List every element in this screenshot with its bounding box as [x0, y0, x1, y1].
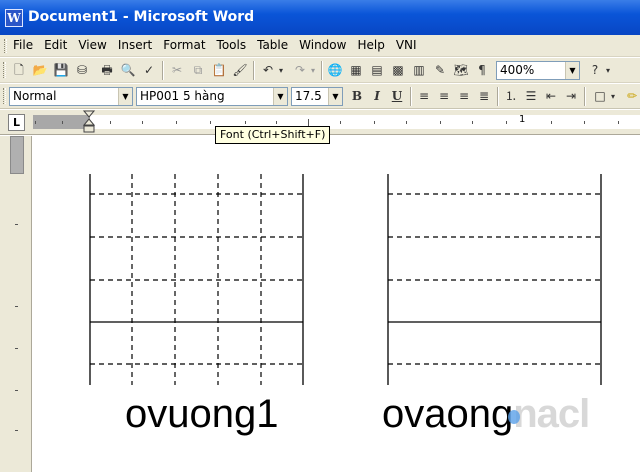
cut-icon[interactable]: ✂: [167, 61, 187, 80]
justify-icon[interactable]: ≣: [474, 87, 494, 106]
toolbar-grip[interactable]: [3, 88, 6, 104]
print-icon[interactable]: 🖶: [97, 61, 117, 80]
borders-dropdown-icon[interactable]: ▾: [608, 87, 618, 106]
help-icon[interactable]: ?: [585, 61, 605, 80]
vertical-ruler-margin[interactable]: [10, 136, 24, 174]
ruler-strip: [33, 115, 640, 129]
formatting-toolbar: Normal ▼ HP001 5 hàng ▼ 17.5 ▼ B I U ≡ ≡…: [0, 84, 640, 109]
drawing-icon[interactable]: ✎: [430, 61, 450, 80]
insert-excel-icon[interactable]: ▩: [388, 61, 408, 80]
hyperlink-icon[interactable]: 🌐: [325, 61, 345, 80]
standard-toolbar: 🗋 📂 💾 ⛁ 🖶 🔍 ✓ ✂ ⧉ 📋 🖌 ↶ ▾ ↷ ▾ 🌐 ▦ ▤ ▩ ▥ …: [0, 58, 640, 83]
chevron-down-icon[interactable]: ▼: [273, 88, 287, 105]
caption-right-faded: nacl: [513, 392, 590, 436]
menu-format[interactable]: Format: [162, 38, 206, 52]
caption-left: ovuong1: [125, 392, 279, 436]
decrease-indent-icon[interactable]: ⇤: [541, 87, 561, 106]
spelling-icon[interactable]: ✓: [139, 61, 159, 80]
menu-insert[interactable]: Insert: [117, 38, 153, 52]
align-center-icon[interactable]: ≡: [434, 87, 454, 106]
borders-icon[interactable]: □: [590, 87, 610, 106]
increase-indent-icon[interactable]: ⇥: [561, 87, 581, 106]
toolbar-grip[interactable]: [3, 62, 6, 78]
document-area[interactable]: ovuong1 ovaongnacl: [33, 136, 640, 472]
save-disk-icon[interactable]: 💾: [51, 61, 71, 80]
font-size-value: 17.5: [295, 89, 322, 103]
caption-right: ovaongnacl: [382, 392, 590, 436]
vertical-ruler[interactable]: [0, 136, 32, 472]
ruler-number: 1: [519, 114, 526, 125]
print-preview-icon[interactable]: 🔍: [118, 61, 138, 80]
style-combo[interactable]: Normal ▼: [9, 87, 133, 106]
title-bar[interactable]: W Document1 - Microsoft Word: [0, 0, 640, 35]
chevron-down-icon[interactable]: ▼: [565, 62, 579, 79]
new-document-icon[interactable]: 🗋: [9, 61, 29, 80]
underline-button[interactable]: U: [387, 87, 407, 106]
copy-icon[interactable]: ⧉: [188, 61, 208, 80]
zoom-value: 400%: [500, 63, 535, 77]
font-combo[interactable]: HP001 5 hàng ▼: [136, 87, 288, 106]
paste-icon[interactable]: 📋: [209, 61, 229, 80]
italic-button[interactable]: I: [367, 87, 387, 106]
style-value: Normal: [13, 89, 57, 103]
undo-dropdown-icon[interactable]: ▾: [276, 61, 286, 80]
menu-table[interactable]: Table: [256, 38, 289, 52]
permission-icon[interactable]: ⛁: [72, 61, 92, 80]
format-painter-icon[interactable]: 🖌: [230, 61, 250, 80]
align-right-icon[interactable]: ≡: [454, 87, 474, 106]
bold-button[interactable]: B: [347, 87, 367, 106]
menu-tools[interactable]: Tools: [216, 38, 248, 52]
font-tooltip: Font (Ctrl+Shift+F): [215, 126, 331, 144]
caption-right-text: ovaong: [382, 392, 514, 436]
word-doc-icon[interactable]: W: [5, 9, 23, 27]
undo-icon[interactable]: ↶: [258, 61, 278, 80]
cursor-blob: [508, 410, 520, 424]
bullets-icon[interactable]: ☰: [521, 87, 541, 106]
chevron-down-icon[interactable]: ▼: [328, 88, 342, 105]
document-map-icon[interactable]: 🗺: [451, 61, 471, 80]
show-hide-icon[interactable]: ¶: [472, 61, 492, 80]
zoom-combo[interactable]: 400% ▼: [496, 61, 580, 80]
chevron-down-icon[interactable]: ▼: [118, 88, 132, 105]
menu-bar: File Edit View Insert Format Tools Table…: [0, 35, 640, 57]
menu-vni[interactable]: VNI: [395, 38, 418, 52]
menu-help[interactable]: Help: [356, 38, 385, 52]
redo-icon[interactable]: ↷: [290, 61, 310, 80]
menu-window[interactable]: Window: [298, 38, 347, 52]
menu-view[interactable]: View: [77, 38, 107, 52]
insert-table-icon[interactable]: ▤: [367, 61, 387, 80]
indent-marker-icon[interactable]: [83, 110, 95, 134]
columns-icon[interactable]: ▥: [409, 61, 429, 80]
font-value: HP001 5 hàng: [140, 89, 225, 103]
numbering-icon[interactable]: ⒈: [501, 87, 521, 106]
tab-selector[interactable]: L: [8, 114, 25, 131]
highlight-icon[interactable]: ✏: [622, 87, 640, 106]
open-folder-icon[interactable]: 📂: [30, 61, 50, 80]
window-title: Document1 - Microsoft Word: [28, 9, 255, 25]
tables-borders-icon[interactable]: ▦: [346, 61, 366, 80]
menu-grip[interactable]: [4, 39, 7, 53]
font-size-combo[interactable]: 17.5 ▼: [291, 87, 343, 106]
menu-edit[interactable]: Edit: [43, 38, 68, 52]
help-dropdown-icon[interactable]: ▾: [603, 61, 613, 80]
redo-dropdown-icon[interactable]: ▾: [308, 61, 318, 80]
menu-file[interactable]: File: [12, 38, 34, 52]
align-left-icon[interactable]: ≡: [414, 87, 434, 106]
